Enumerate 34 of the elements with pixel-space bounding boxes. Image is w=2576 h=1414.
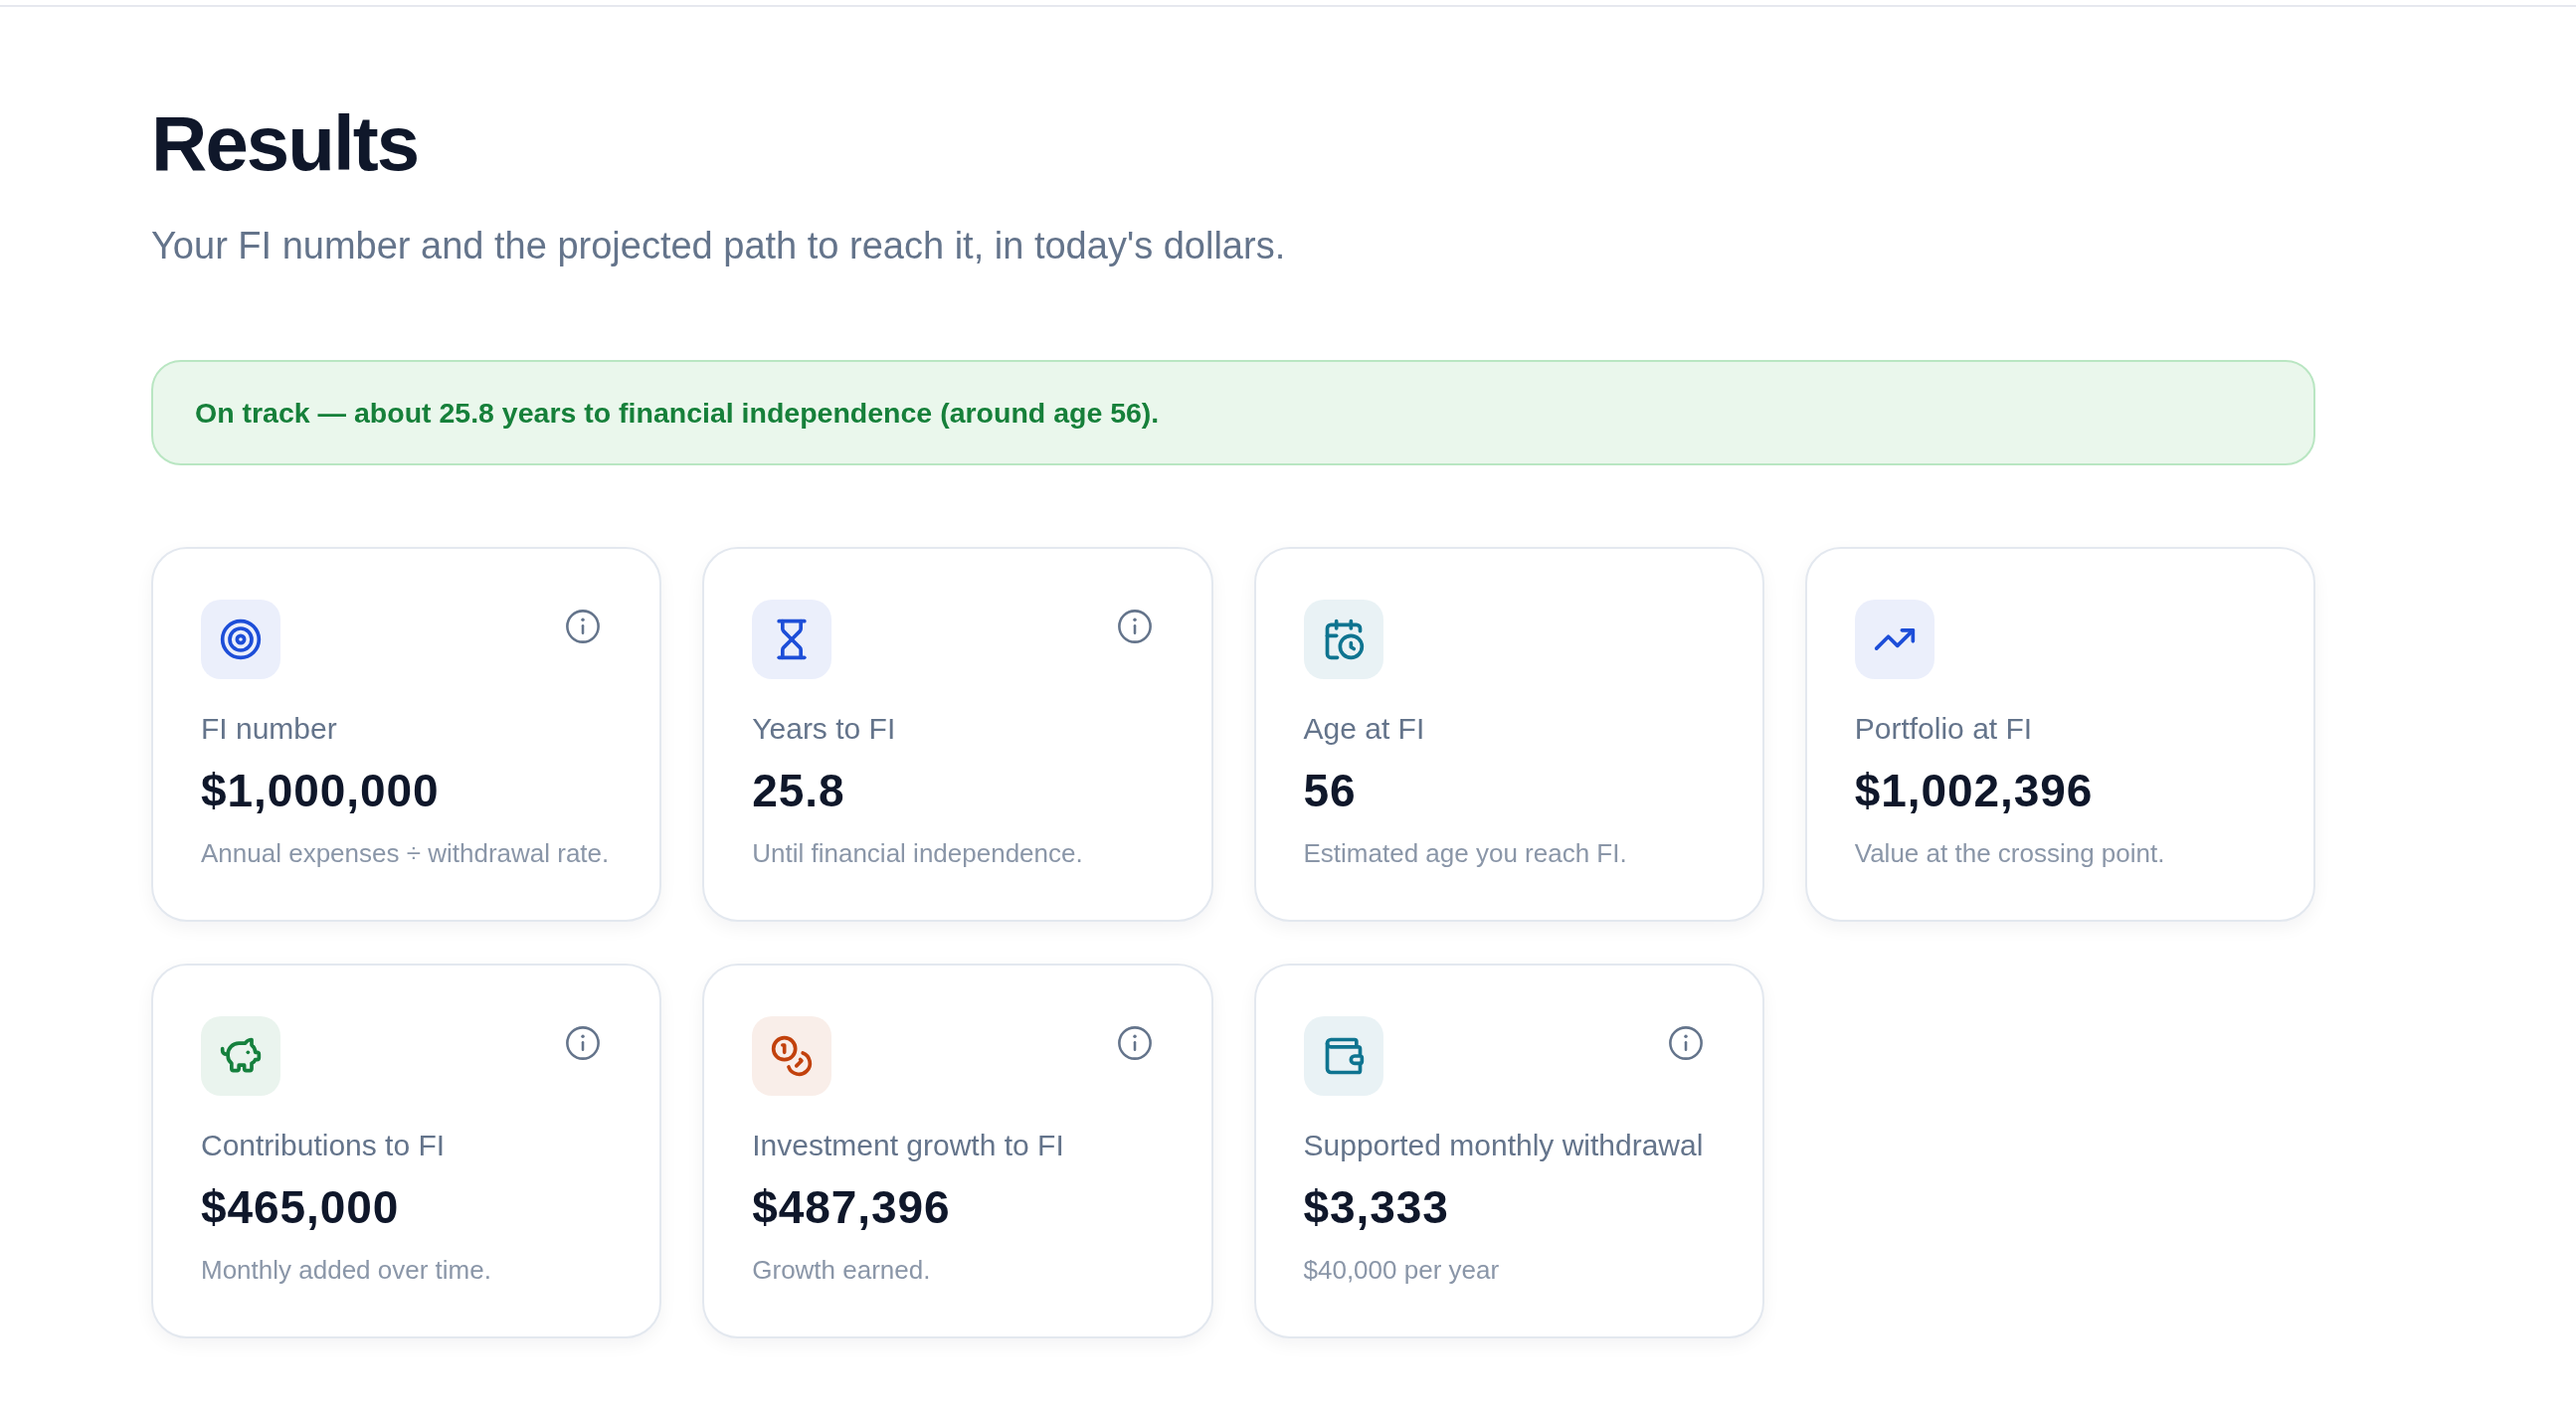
info-icon: [566, 1026, 601, 1060]
card-value: $3,333: [1303, 1180, 1450, 1235]
info-icon: [1117, 610, 1152, 643]
card-description: $40,000 per year: [1303, 1254, 1501, 1287]
card-value: $465,000: [201, 1180, 401, 1235]
card-description: Growth earned.: [752, 1254, 932, 1287]
page-title: Results: [151, 104, 420, 182]
card-value: $1,000,000: [201, 764, 441, 818]
card-description: Monthly added over time.: [201, 1254, 492, 1287]
card-value: 25.8: [752, 764, 846, 818]
card-label: Age at FI: [1303, 711, 1426, 747]
info-button[interactable]: [1668, 1026, 1703, 1060]
card-value: $1,002,396: [1854, 764, 2095, 818]
card-value: $487,396: [752, 1180, 952, 1235]
status-message: On track — about 25.8 years to financial independence (around age 56).: [195, 395, 1160, 431]
card-label: Investment growth to FI: [752, 1128, 1065, 1163]
page-subtitle: Your FI number and the projected path to reach it, in today's dollars.: [151, 224, 1287, 268]
card-label: Portfolio at FI: [1854, 711, 2034, 747]
card-description: Until financial independence.: [752, 837, 1084, 870]
card-label: FI number: [201, 711, 338, 747]
card-description: Estimated age you reach FI.: [1303, 837, 1628, 870]
card-description: Value at the crossing point.: [1854, 837, 2166, 870]
card-label: Years to FI: [752, 711, 897, 747]
card-label: Contributions to FI: [201, 1128, 447, 1163]
info-button[interactable]: [1117, 610, 1152, 643]
card-description: Annual expenses ÷ withdrawal rate.: [201, 837, 611, 870]
info-icon: [1117, 1026, 1152, 1060]
info-button[interactable]: [566, 1026, 601, 1060]
info-button[interactable]: [566, 610, 601, 643]
info-button[interactable]: [1117, 1026, 1152, 1060]
info-icon: [1668, 1026, 1703, 1060]
card-label: Supported monthly withdrawal: [1303, 1128, 1705, 1163]
card-value: 56: [1303, 764, 1358, 818]
info-icon: [566, 610, 601, 643]
